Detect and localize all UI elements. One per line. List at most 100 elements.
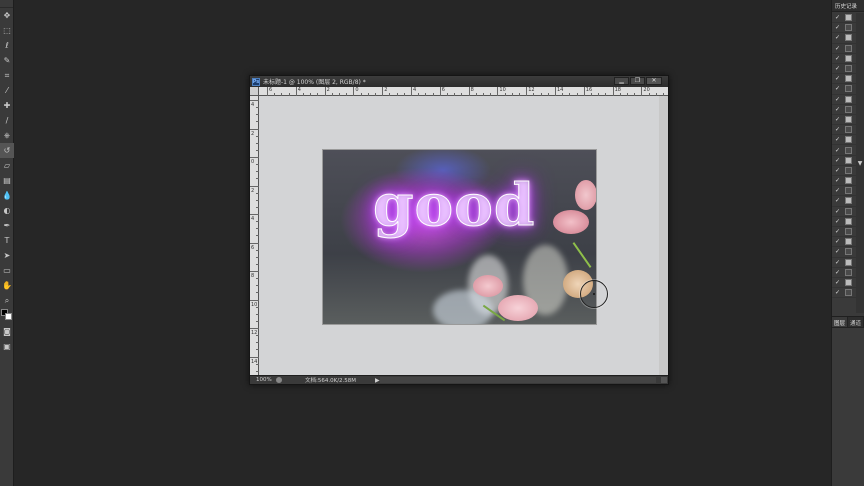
- gradient-tool-icon[interactable]: ▤: [0, 173, 14, 188]
- history-row[interactable]: ✓: [832, 186, 856, 197]
- hand-tool-icon[interactable]: ✋: [0, 278, 14, 293]
- crop-tool-icon[interactable]: ⌗: [0, 68, 14, 83]
- checkmark-icon[interactable]: ✓: [834, 55, 841, 62]
- layer-image[interactable]: good: [322, 149, 597, 325]
- history-row[interactable]: ✓: [832, 64, 856, 75]
- checkmark-icon[interactable]: ✓: [834, 14, 841, 21]
- history-row[interactable]: ✓: [832, 44, 856, 54]
- tab-channels[interactable]: 通道: [848, 317, 864, 327]
- dodge-tool-icon[interactable]: ◐: [0, 203, 14, 218]
- type-tool-icon[interactable]: T: [0, 233, 14, 248]
- checkmark-icon[interactable]: ✓: [834, 24, 841, 31]
- history-row[interactable]: ✓: [832, 176, 856, 187]
- history-row[interactable]: ✓: [832, 278, 856, 289]
- horizontal-scrollbar[interactable]: [380, 377, 656, 383]
- blur-tool-icon[interactable]: 💧: [0, 188, 14, 203]
- path-select-tool-icon[interactable]: ➤: [0, 248, 14, 263]
- document-canvas[interactable]: good: [259, 96, 659, 375]
- eyedropper-tool-icon[interactable]: ⁄: [0, 83, 14, 98]
- quick-select-tool-icon[interactable]: ✎: [0, 53, 14, 68]
- horizontal-ruler[interactable]: 6 4 2 0 2 4 6 8 10 12 14 16 18 20: [259, 87, 668, 96]
- history-row[interactable]: ✓: [832, 95, 856, 105]
- checkmark-icon[interactable]: ✓: [834, 289, 841, 296]
- shape-tool-icon[interactable]: ▭: [0, 263, 14, 278]
- background-color-swatch[interactable]: [5, 313, 12, 320]
- pen-tool-icon[interactable]: ✒: [0, 218, 14, 233]
- history-row[interactable]: ✓: [832, 115, 856, 126]
- checkmark-icon[interactable]: ✓: [834, 126, 841, 133]
- history-row[interactable]: ✓: [832, 23, 856, 34]
- window-resize-handle[interactable]: [661, 377, 667, 383]
- eraser-tool-icon[interactable]: ▱: [0, 158, 14, 173]
- screen-mode-icon[interactable]: ▣: [0, 339, 14, 354]
- checkmark-icon[interactable]: ✓: [834, 96, 841, 103]
- history-row[interactable]: ✓: [832, 156, 856, 166]
- close-button[interactable]: ✕: [646, 77, 662, 85]
- status-menu-arrow-icon[interactable]: ▶: [375, 377, 380, 384]
- checkmark-icon[interactable]: ✓: [834, 147, 841, 154]
- status-info-icon[interactable]: [276, 377, 282, 383]
- history-row[interactable]: ✓: [832, 227, 856, 238]
- marquee-tool-icon[interactable]: ⬚: [0, 23, 14, 38]
- quick-mask-icon[interactable]: ◙: [0, 324, 14, 339]
- history-row[interactable]: ✓: [832, 237, 856, 248]
- tab-layers[interactable]: 图层: [832, 317, 849, 327]
- history-row[interactable]: ✓: [832, 135, 856, 146]
- checkmark-icon[interactable]: ✓: [834, 248, 841, 255]
- history-row[interactable]: ✓: [832, 125, 856, 136]
- checkmark-icon[interactable]: ✓: [834, 218, 841, 225]
- history-row[interactable]: ✓: [832, 196, 856, 207]
- checkmark-icon[interactable]: ✓: [834, 75, 841, 82]
- zoom-tool-icon[interactable]: ⌕: [0, 293, 14, 308]
- tab-history[interactable]: 历史记录: [835, 2, 857, 10]
- checkmark-icon[interactable]: ✓: [834, 65, 841, 72]
- history-panel-header[interactable]: 历史记录: [832, 0, 864, 12]
- stamp-tool-icon[interactable]: ⎈: [0, 128, 14, 143]
- checkmark-icon[interactable]: ✓: [834, 279, 841, 286]
- history-scrollbar[interactable]: ▼: [856, 13, 864, 313]
- healing-tool-icon[interactable]: ✚: [0, 98, 14, 113]
- checkmark-icon[interactable]: ✓: [834, 177, 841, 184]
- restore-button[interactable]: ❐: [630, 77, 645, 85]
- history-row[interactable]: ✓: [832, 268, 856, 278]
- minimize-button[interactable]: ▁: [614, 77, 629, 85]
- history-row[interactable]: ✓: [832, 84, 856, 95]
- history-row[interactable]: ✓: [832, 145, 856, 156]
- checkmark-icon[interactable]: ✓: [834, 167, 841, 174]
- checkmark-icon[interactable]: ✓: [834, 238, 841, 245]
- chevron-down-icon[interactable]: ▼: [856, 160, 864, 167]
- checkmark-icon[interactable]: ✓: [834, 85, 841, 92]
- canvas-area[interactable]: good: [259, 96, 668, 375]
- color-swatches[interactable]: [0, 308, 14, 324]
- ruler-origin[interactable]: [250, 87, 259, 96]
- checkmark-icon[interactable]: ✓: [834, 208, 841, 215]
- checkmark-icon[interactable]: ✓: [834, 136, 841, 143]
- checkmark-icon[interactable]: ✓: [834, 228, 841, 235]
- history-row[interactable]: ✓: [832, 74, 856, 85]
- brush-tool-icon[interactable]: /: [0, 113, 14, 128]
- toolbar-grip[interactable]: [0, 0, 13, 8]
- history-row[interactable]: ✓: [832, 33, 856, 44]
- checkmark-icon[interactable]: ✓: [834, 116, 841, 123]
- checkmark-icon[interactable]: ✓: [834, 157, 841, 164]
- lasso-tool-icon[interactable]: ℓ: [0, 38, 14, 53]
- checkmark-icon[interactable]: ✓: [834, 259, 841, 266]
- move-tool-icon[interactable]: ✥: [0, 8, 14, 23]
- checkmark-icon[interactable]: ✓: [834, 187, 841, 194]
- checkmark-icon[interactable]: ✓: [834, 106, 841, 113]
- history-brush-tool-icon[interactable]: ↺: [0, 143, 14, 158]
- history-row[interactable]: ✓: [832, 217, 856, 227]
- checkmark-icon[interactable]: ✓: [834, 34, 841, 41]
- history-row[interactable]: ✓: [832, 288, 856, 299]
- history-row[interactable]: ✓: [832, 258, 856, 268]
- zoom-level[interactable]: 100%: [256, 377, 274, 383]
- checkmark-icon[interactable]: ✓: [834, 269, 841, 276]
- vertical-ruler[interactable]: 4 2 0 2 4 6 8 10 12 14: [250, 87, 259, 379]
- history-row[interactable]: ✓: [832, 13, 856, 24]
- checkmark-icon[interactable]: ✓: [834, 197, 841, 204]
- history-row[interactable]: ✓: [832, 247, 856, 258]
- checkmark-icon[interactable]: ✓: [834, 45, 841, 52]
- history-row[interactable]: ✓: [832, 105, 856, 115]
- history-row[interactable]: ✓: [832, 54, 856, 64]
- document-titlebar[interactable]: Ps 未标题-1 @ 100% (图层 2, RGB/8) * ▁ ❐ ✕: [250, 76, 668, 87]
